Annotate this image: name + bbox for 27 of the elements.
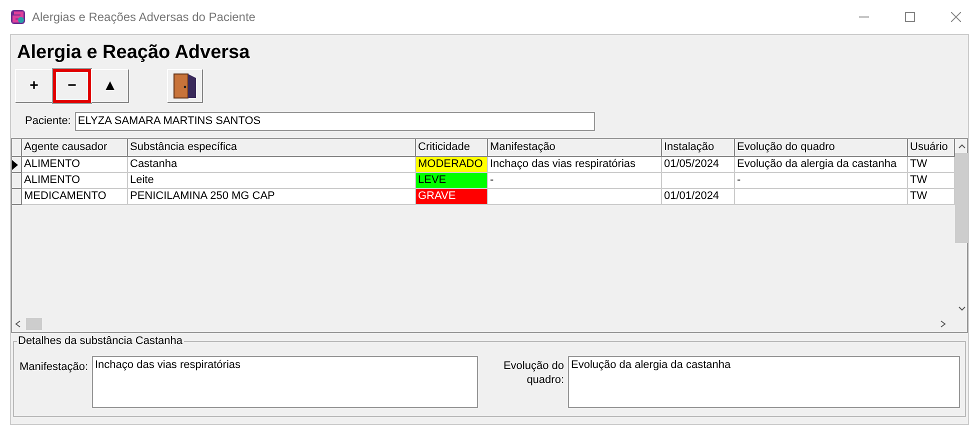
toolbar-button[interactable]: − [53,69,91,103]
table-cell: PENICILAMINA 250 MG CAP [128,189,416,205]
window-title: Alergias e Reações Adversas do Paciente [32,9,256,26]
patient-field[interactable]: ELYZA SAMARA MARTINS SANTOS [74,112,595,131]
table-cell: MEDICAMENTO [22,189,128,205]
toolbar-button[interactable]: + [15,69,53,103]
toolbar-button[interactable]: ▲ [91,69,129,103]
close-icon [951,12,961,22]
criticality-cell: GRAVE [416,189,488,205]
table-cell: 01/01/2024 [662,189,735,205]
criticality-cell: LEVE [416,173,488,189]
evolution-field[interactable]: Evolução da alergia da castanha [568,356,960,408]
manifestation-label: Manifestação: [18,360,88,375]
evolution-label: Evolução do quadro: [502,359,564,387]
row-pointer-icon [12,160,18,170]
exit-door-button[interactable] [167,69,203,103]
app-logo-icon [10,9,26,25]
manifestation-field[interactable]: Inchaço das vias respiratórias [92,356,478,408]
patient-label: Paciente: [25,114,71,130]
group-title: Detalhes da substância Castanha [17,335,184,347]
criticality-cell: MODERADO [416,157,488,173]
form-heading: Alergia e Reação Adversa [17,42,251,64]
maximize-icon [905,12,915,22]
scroll-thumb[interactable] [955,153,968,243]
scroll-thumb[interactable] [26,318,42,330]
door-icon [172,72,198,100]
row-indicator[interactable] [12,157,22,173]
